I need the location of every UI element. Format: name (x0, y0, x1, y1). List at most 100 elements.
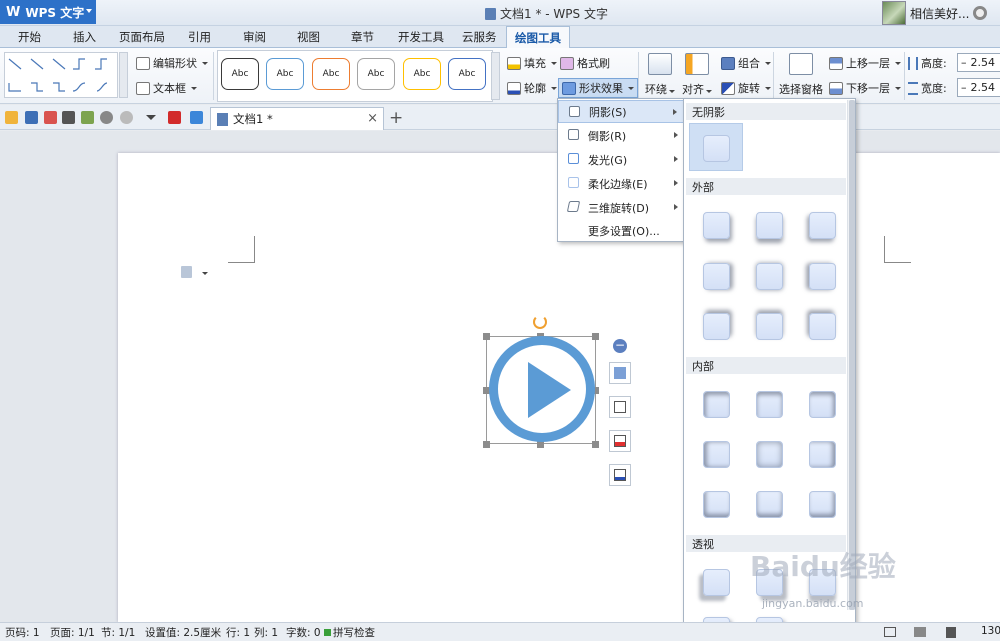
shape-style-3[interactable]: Abc (312, 58, 350, 90)
inner-shadow-option[interactable] (809, 491, 836, 518)
inner-shadow-option[interactable] (703, 491, 730, 518)
shape-style-4[interactable]: Abc (357, 58, 395, 90)
status-word-count[interactable]: 字数: 0 (286, 625, 321, 640)
tab-review[interactable]: 审阅 (243, 29, 266, 45)
menu-item-reflection[interactable]: 倒影(R) (558, 124, 684, 147)
shape-outline-button[interactable] (609, 464, 631, 486)
perspective-shadow-option[interactable] (703, 569, 730, 596)
tab-chapter[interactable]: 章节 (351, 29, 374, 45)
reading-mode-icon[interactable] (946, 627, 956, 638)
export-pdf-icon[interactable] (44, 111, 57, 124)
align-button[interactable]: 对齐 (682, 53, 712, 97)
outer-shadow-option[interactable] (703, 313, 730, 340)
paragraph-layout-icon[interactable] (181, 266, 192, 278)
outer-shadow-option[interactable] (756, 212, 783, 239)
close-icon[interactable]: × (367, 111, 378, 126)
selection-pane-button[interactable]: 选择窗格 (779, 53, 823, 97)
wrap-button[interactable]: 环绕 (645, 53, 675, 97)
inner-shadow-option[interactable] (809, 391, 836, 418)
tab-cloud-service[interactable]: 云服务 (462, 29, 497, 45)
height-input[interactable]: –2.54 (957, 53, 1000, 72)
outer-shadow-option[interactable] (809, 313, 836, 340)
menu-item-more-settings[interactable]: 更多设置(O)... (558, 219, 684, 242)
outer-shadow-option[interactable] (703, 212, 730, 239)
rotate-button[interactable]: 旋转 (721, 80, 771, 96)
undo-icon[interactable] (100, 111, 113, 124)
inner-shadow-option[interactable] (703, 391, 730, 418)
inner-shadow-option[interactable] (756, 491, 783, 518)
web-view-icon[interactable] (914, 627, 926, 637)
redo-icon[interactable] (120, 111, 133, 124)
send-backward-button[interactable]: 下移一层 (829, 80, 901, 96)
user-account[interactable]: 相信美好... (882, 0, 988, 26)
chevron-down-icon[interactable] (202, 272, 208, 275)
fill-button[interactable]: 填充 (507, 55, 557, 71)
shape-style-5[interactable]: Abc (403, 58, 441, 90)
inner-shadow-option[interactable] (809, 441, 836, 468)
scrollbar-thumb[interactable] (849, 100, 855, 610)
shape-gallery-scroll[interactable] (119, 52, 128, 98)
edit-shape-button[interactable]: 编辑形状 (136, 55, 208, 71)
outer-shadow-option[interactable] (809, 263, 836, 290)
resize-handle[interactable] (483, 441, 490, 448)
zoom-level[interactable]: 130 (981, 625, 1000, 637)
tab-developer[interactable]: 开发工具 (398, 29, 444, 45)
tab-drawing-tools[interactable]: 绘图工具 (506, 26, 570, 49)
save-icon[interactable] (25, 111, 38, 124)
inner-shadow-option[interactable] (703, 441, 730, 468)
menu-item-shadow[interactable]: 阴影(S) (558, 100, 684, 123)
shape-gallery[interactable] (4, 52, 118, 98)
menu-item-3d-rotation[interactable]: 三维旋转(D) (558, 196, 684, 219)
rotate-handle-icon[interactable] (533, 315, 547, 329)
new-tab-plus-icon[interactable]: + (389, 108, 403, 128)
resize-handle[interactable] (483, 333, 490, 340)
outer-shadow-option[interactable] (703, 263, 730, 290)
print-preview-icon[interactable] (81, 111, 94, 124)
bring-forward-button[interactable]: 上移一层 (829, 55, 901, 71)
group-button[interactable]: 组合 (721, 55, 771, 71)
style-gallery-scroll[interactable] (491, 52, 500, 100)
menu-item-soft-edges[interactable]: 柔化边缘(E) (558, 172, 684, 195)
play-triangle-shape[interactable] (528, 362, 571, 418)
shape-style-6[interactable]: Abc (448, 58, 486, 90)
customize-dropdown-icon[interactable] (146, 115, 156, 120)
inner-shadow-option[interactable] (756, 391, 783, 418)
shape-effect-button[interactable]: 形状效果 (558, 78, 638, 98)
tab-start[interactable]: 开始 (18, 29, 41, 45)
text-box-button[interactable]: 文本框 (136, 80, 197, 96)
collapse-minus-icon[interactable]: − (613, 339, 627, 353)
width-input[interactable]: –2.54 (957, 78, 1000, 97)
shape-style-2[interactable]: Abc (266, 58, 304, 90)
outer-shadow-option[interactable] (809, 212, 836, 239)
settings-gear-icon[interactable] (973, 6, 988, 20)
tab-page-layout[interactable]: 页面布局 (119, 29, 165, 45)
outer-shadow-option[interactable] (756, 263, 783, 290)
tab-insert[interactable]: 插入 (73, 29, 96, 45)
format-painter-button[interactable]: 格式刷 (560, 55, 610, 71)
menu-item-glow[interactable]: 发光(G) (558, 148, 684, 171)
status-page-number[interactable]: 页码: 1 (5, 625, 40, 640)
layout-options-button[interactable] (609, 362, 631, 384)
app-menu-button[interactable]: W WPS 文字 (0, 0, 96, 24)
gallery-scrollbar[interactable] (847, 100, 855, 610)
minus-icon[interactable]: – (961, 81, 967, 94)
tab-view[interactable]: 视图 (297, 29, 320, 45)
print-icon[interactable] (62, 111, 75, 124)
open-folder-icon[interactable] (5, 111, 18, 124)
spell-check-button[interactable]: 拼写检查 (324, 625, 375, 640)
wps-logo-icon[interactable] (168, 111, 181, 124)
shape-fill-button[interactable] (609, 430, 631, 452)
outline-button[interactable]: 轮廓 (507, 80, 557, 96)
shape-edit-button[interactable] (609, 396, 631, 418)
no-shadow-option[interactable] (689, 123, 743, 171)
minus-icon[interactable]: – (961, 56, 967, 69)
cloud-cube-icon[interactable] (190, 111, 203, 124)
tab-references[interactable]: 引用 (188, 29, 211, 45)
outer-shadow-option[interactable] (756, 313, 783, 340)
resize-handle[interactable] (592, 333, 599, 340)
inner-shadow-option[interactable] (756, 441, 783, 468)
outline-view-icon[interactable] (884, 627, 896, 637)
document-tab[interactable]: 文档1 * × (210, 107, 384, 130)
resize-handle[interactable] (537, 441, 544, 448)
shape-style-1[interactable]: Abc (221, 58, 259, 90)
